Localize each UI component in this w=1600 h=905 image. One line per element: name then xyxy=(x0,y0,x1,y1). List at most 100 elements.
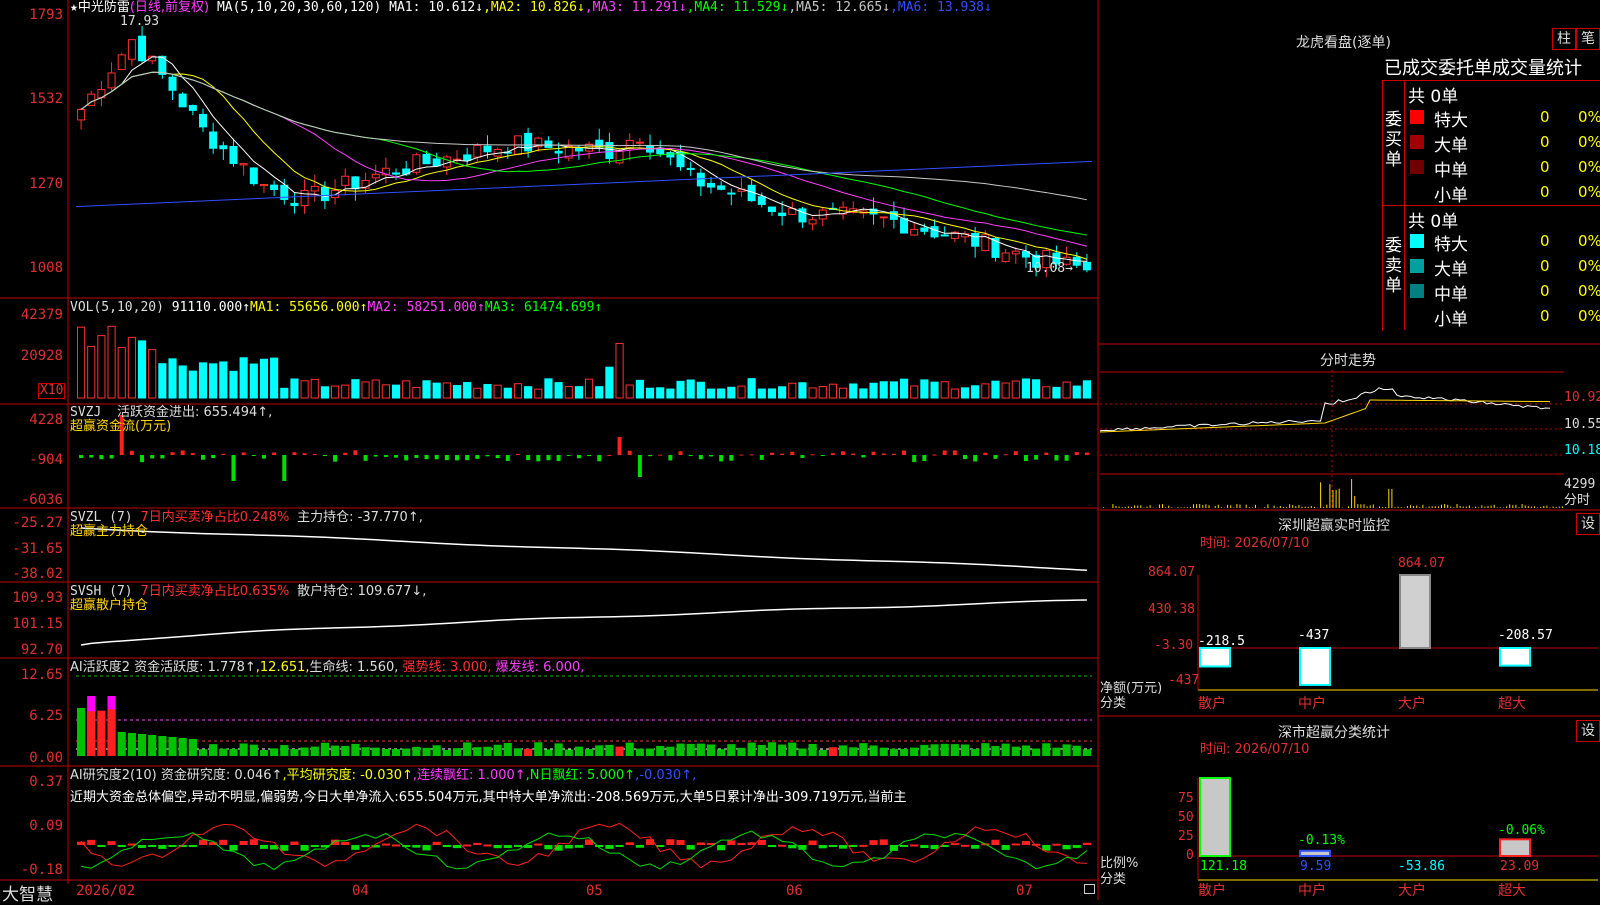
ai-research-bar xyxy=(107,841,115,845)
date-axis-label: 05 xyxy=(586,884,603,898)
volume-bar xyxy=(88,346,95,398)
monitor-category: 大户 xyxy=(1398,697,1426,711)
monitor-bar xyxy=(1500,648,1530,666)
fund-flow-bar xyxy=(323,455,327,456)
ai-activity-bar xyxy=(748,743,756,756)
sell-row-count: 0 xyxy=(1540,307,1550,325)
ai-research-bar xyxy=(697,842,705,845)
intraday-volume-bar xyxy=(1453,507,1454,508)
ai-activity-bar xyxy=(768,742,776,756)
ai2-extra: ,-0.030↑, xyxy=(635,768,696,783)
intraday-volume-bar xyxy=(1333,490,1334,508)
volume-bar xyxy=(677,381,684,398)
volume-bar xyxy=(880,382,887,398)
intraday-volume-bar xyxy=(1314,507,1315,508)
sell-row-count: 0 xyxy=(1540,257,1550,275)
tick-mode-button[interactable]: 笔 xyxy=(1576,28,1600,50)
buy-row-name: 大单 xyxy=(1434,131,1468,156)
ai-activity-bar xyxy=(158,736,166,756)
ai-activity-bar xyxy=(615,747,623,756)
price-axis-tick: 1270 xyxy=(0,177,63,192)
intraday-volume-bar xyxy=(1336,490,1337,508)
ai-activity-bar xyxy=(514,748,522,756)
fund-flow-bar xyxy=(638,455,642,477)
svzl-position: 主力持仓: -37.770↑, xyxy=(297,510,423,525)
fund-flow-bar xyxy=(292,452,296,455)
volume-bar xyxy=(332,386,339,398)
fund-flow-bar xyxy=(140,455,144,462)
volume-bar xyxy=(961,388,968,398)
ma-value-1: MA1: 10.612↓ xyxy=(389,0,483,15)
candle-body xyxy=(768,207,775,211)
intraday-volume-bar xyxy=(1509,504,1510,508)
monitor-bar xyxy=(1300,648,1330,685)
ai-activity-bar xyxy=(819,750,827,756)
vol-label: VOL(5,10,20) xyxy=(70,300,164,315)
brand-logo[interactable]: 大智慧 xyxy=(2,880,53,905)
intraday-volume-bar xyxy=(1264,507,1265,508)
ai-activity-bar xyxy=(402,749,410,756)
fund-flow-bar xyxy=(221,454,225,455)
volume-bar xyxy=(392,385,399,398)
classify-time: 时间: 2026/07/10 xyxy=(1200,743,1309,757)
monitor-settings-button[interactable]: 设 xyxy=(1576,513,1600,535)
bar-mode-button[interactable]: 柱 xyxy=(1552,28,1576,50)
ai-research-bar xyxy=(991,840,999,845)
svzl-label: SVZL (7) xyxy=(70,510,133,525)
intraday-volume-bar xyxy=(1364,504,1365,508)
ai1-burst-line: 爆发线: 6.000, xyxy=(496,660,585,675)
candle-body xyxy=(484,146,491,152)
volume-bar xyxy=(809,388,816,398)
intraday-volume-bar xyxy=(1370,505,1371,508)
buy-color-swatch xyxy=(1410,135,1424,149)
lock-icon[interactable] xyxy=(1084,884,1095,894)
volume-bar xyxy=(118,348,125,398)
volume-bar xyxy=(565,387,572,398)
ai-research-bar xyxy=(869,840,877,845)
intraday-title: 分时走势 xyxy=(1320,350,1376,370)
sell-color-swatch xyxy=(1410,234,1424,248)
svzl-ratio: 7日内买卖净占比0.248% xyxy=(140,510,289,525)
intraday-volume-bar xyxy=(1255,505,1256,508)
ai-activity-bar xyxy=(676,744,684,756)
ai-activity-bar xyxy=(189,739,197,756)
intraday-volume-bar xyxy=(1515,505,1516,508)
ai-research-bar xyxy=(463,844,471,846)
ai-activity-bar xyxy=(250,745,258,756)
ai-activity-bar xyxy=(961,744,969,756)
intraday-volume-bar xyxy=(1373,504,1374,508)
volume-bar xyxy=(748,379,755,398)
ma-value-2: ,MA2: 10.826↓ xyxy=(483,0,585,15)
volume-bar xyxy=(840,388,847,398)
classify-top-label: -0.06% xyxy=(1498,824,1545,838)
ai-research-bar xyxy=(829,845,837,847)
ai-research-bar xyxy=(839,845,847,849)
intraday-volume-bar xyxy=(1447,505,1448,508)
ai-research-bar xyxy=(301,845,309,851)
ai-activity-bar xyxy=(321,743,329,756)
ai-research-bar xyxy=(544,845,552,849)
sell-row-name: 大单 xyxy=(1434,255,1468,280)
star-icon[interactable]: ★ xyxy=(70,0,78,15)
intraday-volume-bar xyxy=(1435,506,1436,508)
volume-unit-badge: X10 xyxy=(38,383,65,399)
intraday-volume-bar xyxy=(1221,507,1222,508)
fund-flow-bar xyxy=(607,455,611,456)
ai-activity-bar xyxy=(565,749,573,756)
fund-flow-bar xyxy=(861,455,865,457)
volume-bar xyxy=(311,379,318,398)
ai-activity-bar xyxy=(463,742,471,756)
intraday-volume-bar xyxy=(1199,504,1200,508)
vol-ma1: MA1: 55656.000↑ xyxy=(250,300,367,315)
sell-row-count: 0 xyxy=(1540,232,1550,250)
ai-activity-bar xyxy=(412,747,420,756)
ai-research-bar xyxy=(311,845,319,847)
ai-research-bar xyxy=(727,840,735,845)
ai-activity-bar xyxy=(534,742,542,756)
intraday-volume-bar xyxy=(1326,505,1327,508)
buy-color-swatch xyxy=(1410,160,1424,174)
classify-settings-button[interactable]: 设 xyxy=(1576,720,1600,742)
monitor-axis-tick: -3.30 xyxy=(1154,639,1193,653)
candle-body xyxy=(657,149,664,153)
volume-bar xyxy=(1083,381,1090,398)
